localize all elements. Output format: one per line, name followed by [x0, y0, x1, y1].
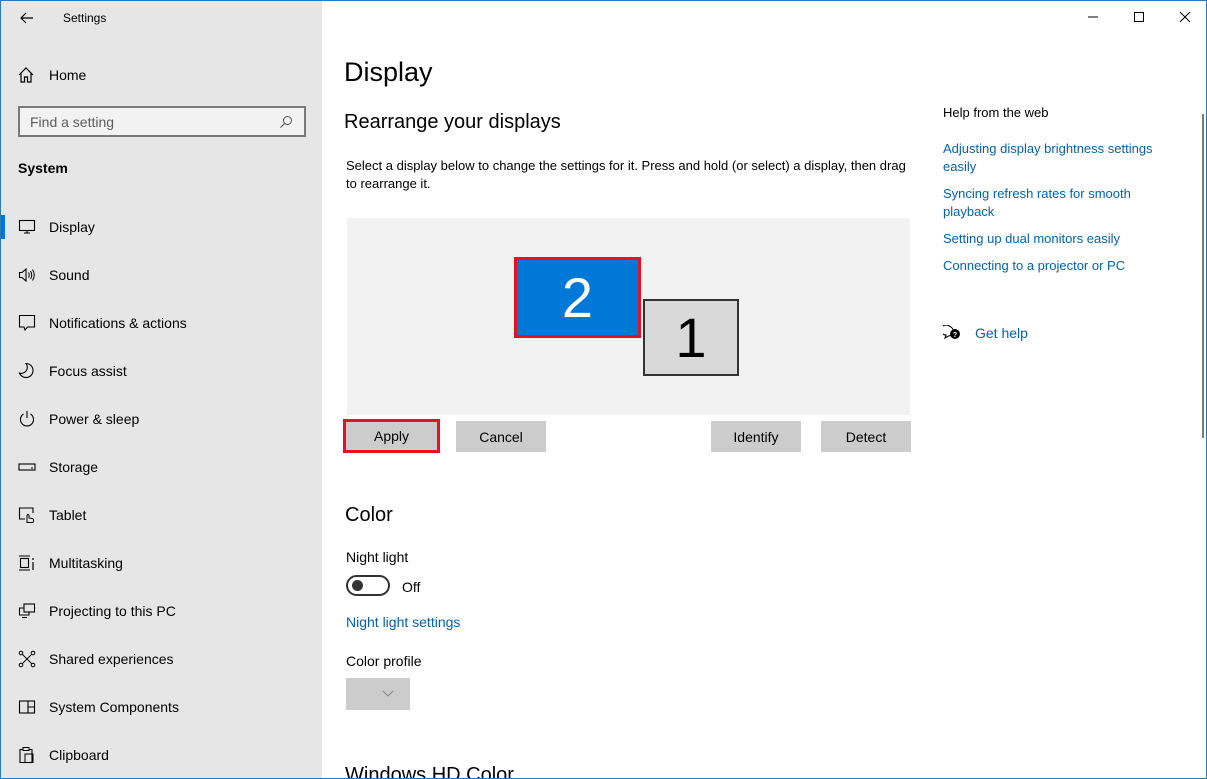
- back-arrow-icon: [20, 12, 33, 24]
- svg-text:?: ?: [953, 332, 957, 339]
- get-help-label: Get help: [975, 325, 1028, 341]
- help-links: Adjusting display brightness settings ea…: [943, 140, 1183, 284]
- get-help-icon: ?: [943, 325, 960, 340]
- sidebar-item-label: Storage: [49, 459, 99, 475]
- help-link-brightness[interactable]: Adjusting display brightness settings ea…: [943, 140, 1183, 176]
- sidebar-item-label: Notifications & actions: [49, 315, 187, 331]
- page-title: Display: [344, 57, 433, 87]
- sidebar-item-display[interactable]: Display: [1, 203, 322, 251]
- night-light-toggle[interactable]: [346, 575, 390, 596]
- power-icon: [17, 409, 37, 429]
- close-icon: [1179, 11, 1191, 23]
- close-button[interactable]: [1162, 1, 1206, 33]
- sidebar-item-power-sleep[interactable]: Power & sleep: [1, 395, 322, 443]
- rearrange-heading: Rearrange your displays: [344, 111, 561, 133]
- window-controls: [1070, 1, 1206, 33]
- help-link-projector[interactable]: Connecting to a projector or PC: [943, 257, 1183, 275]
- sidebar-item-notifications[interactable]: Notifications & actions: [1, 299, 322, 347]
- sidebar-item-label: System Components: [49, 699, 179, 715]
- minimize-icon: [1088, 16, 1098, 18]
- display-arrangement-area[interactable]: 2 1: [347, 218, 910, 415]
- minimize-button[interactable]: [1070, 1, 1116, 33]
- search-box[interactable]: [18, 106, 306, 137]
- tablet-icon: [17, 505, 37, 525]
- detect-button[interactable]: Detect: [821, 421, 911, 452]
- hd-color-heading: Windows HD Color: [345, 764, 514, 779]
- monitor-number: 1: [675, 306, 707, 369]
- sidebar: Settings Home System Display Sound Not: [1, 1, 322, 778]
- sidebar-item-focus-assist[interactable]: Focus assist: [1, 347, 322, 395]
- sidebar-item-label: Power & sleep: [49, 411, 140, 427]
- storage-icon: [17, 457, 37, 477]
- back-button[interactable]: [15, 7, 39, 29]
- maximize-button[interactable]: [1116, 1, 1162, 33]
- search-icon[interactable]: [274, 110, 298, 134]
- chevron-down-icon: [382, 690, 394, 697]
- sidebar-item-label: Focus assist: [49, 363, 127, 379]
- sidebar-item-label: Projecting to this PC: [49, 603, 176, 619]
- section-label-system: System: [18, 160, 68, 176]
- sidebar-item-system-components[interactable]: System Components: [1, 683, 322, 731]
- sidebar-item-label: Sound: [49, 267, 90, 283]
- color-profile-dropdown[interactable]: [346, 678, 410, 710]
- clipboard-icon: [17, 745, 37, 765]
- shared-icon: [17, 649, 37, 669]
- monitor-number: 2: [561, 266, 594, 329]
- rearrange-description: Select a display below to change the set…: [346, 158, 906, 191]
- monitor-2-selected[interactable]: 2: [514, 257, 641, 338]
- sidebar-home[interactable]: Home: [17, 63, 86, 87]
- home-label: Home: [49, 67, 87, 83]
- monitor-icon: [17, 217, 37, 237]
- sidebar-item-label: Display: [49, 219, 95, 235]
- sidebar-item-label: Tablet: [49, 507, 87, 523]
- vertical-scrollbar[interactable]: [1202, 114, 1204, 438]
- night-light-label: Night light: [346, 549, 409, 565]
- color-profile-label: Color profile: [346, 653, 422, 669]
- help-link-dual-monitors[interactable]: Setting up dual monitors easily: [943, 230, 1183, 248]
- home-icon: [18, 67, 34, 83]
- sidebar-nav: Display Sound Notifications & actions Fo…: [1, 203, 322, 778]
- notification-icon: [17, 313, 37, 333]
- app-title: Settings: [63, 11, 107, 25]
- sidebar-item-label: Multitasking: [49, 555, 123, 571]
- help-link-refresh-rates[interactable]: Syncing refresh rates for smooth playbac…: [943, 185, 1183, 221]
- components-icon: [17, 697, 37, 717]
- toggle-knob: [352, 580, 363, 591]
- multitasking-icon: [17, 553, 37, 573]
- search-input[interactable]: [20, 113, 274, 130]
- sidebar-item-storage[interactable]: Storage: [1, 443, 322, 491]
- night-light-state: Off: [402, 579, 421, 595]
- sidebar-item-projecting[interactable]: Projecting to this PC: [1, 587, 322, 635]
- maximize-icon: [1134, 12, 1144, 22]
- sidebar-item-label: Shared experiences: [49, 651, 174, 667]
- sidebar-item-sound[interactable]: Sound: [1, 251, 322, 299]
- monitor-1[interactable]: 1: [643, 299, 739, 376]
- sidebar-item-shared-experiences[interactable]: Shared experiences: [1, 635, 322, 683]
- speaker-icon: [17, 265, 37, 285]
- main-content: Display Rearrange your displays Select a…: [322, 1, 1206, 779]
- moon-icon: [17, 361, 37, 381]
- sidebar-item-label: Clipboard: [49, 747, 109, 763]
- color-heading: Color: [345, 504, 393, 526]
- help-title: Help from the web: [943, 105, 1049, 120]
- sidebar-item-tablet[interactable]: Tablet: [1, 491, 322, 539]
- get-help-button[interactable]: ? Get help: [943, 325, 1028, 341]
- sidebar-item-multitasking[interactable]: Multitasking: [1, 539, 322, 587]
- settings-window: Settings Home System Display Sound Not: [0, 0, 1207, 779]
- identify-button[interactable]: Identify: [711, 421, 801, 452]
- cancel-button[interactable]: Cancel: [456, 421, 546, 452]
- apply-button[interactable]: Apply: [343, 419, 440, 453]
- sidebar-item-clipboard[interactable]: Clipboard: [1, 731, 322, 778]
- night-light-settings-link[interactable]: Night light settings: [346, 614, 460, 630]
- projecting-icon: [17, 601, 37, 621]
